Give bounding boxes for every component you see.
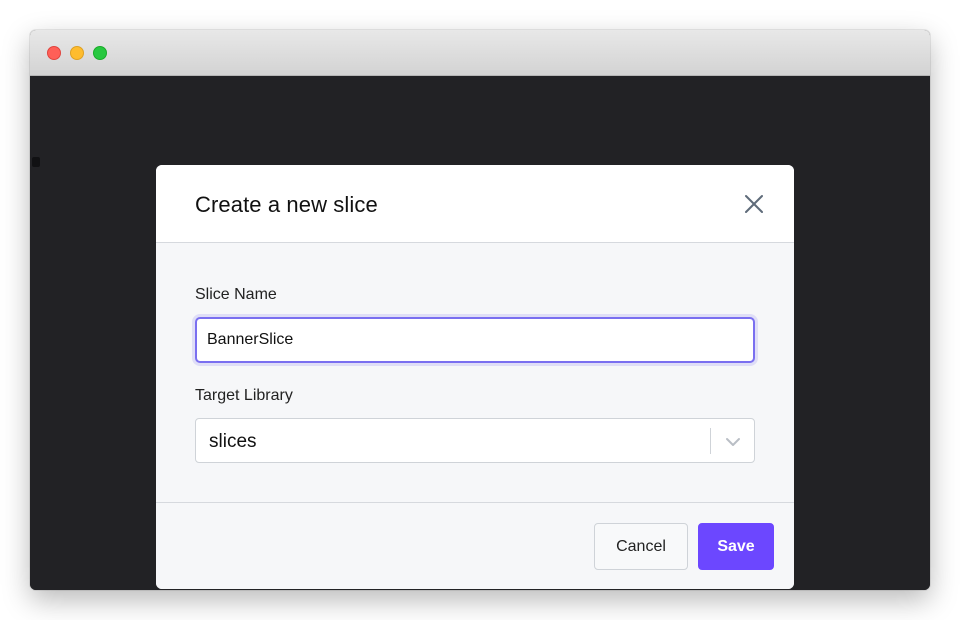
create-slice-modal: Create a new slice Slice Name Target Lib… — [156, 165, 794, 589]
slice-name-label: Slice Name — [195, 286, 277, 303]
cancel-button[interactable]: Cancel — [594, 523, 688, 570]
background-fragment — [32, 157, 40, 167]
close-icon — [745, 195, 763, 213]
app-window: Create a new slice Slice Name Target Lib… — [30, 30, 930, 590]
app-backdrop: Create a new slice Slice Name Target Lib… — [30, 77, 930, 590]
window-maximize-button[interactable] — [93, 46, 107, 60]
modal-title: Create a new slice — [195, 192, 378, 217]
target-library-select[interactable]: slices — [195, 418, 755, 463]
window-titlebar — [30, 30, 930, 76]
modal-footer: Cancel Save — [156, 502, 794, 589]
modal-close-button[interactable] — [741, 191, 767, 217]
slice-name-input[interactable] — [195, 317, 755, 363]
window-minimize-button[interactable] — [70, 46, 84, 60]
select-separator — [710, 428, 711, 454]
target-library-value: slices — [209, 431, 257, 452]
target-library-label: Target Library — [195, 387, 293, 404]
window-close-button[interactable] — [47, 46, 61, 60]
modal-header: Create a new slice — [156, 165, 794, 243]
save-button[interactable]: Save — [698, 523, 774, 570]
chevron-down-icon — [724, 433, 742, 451]
